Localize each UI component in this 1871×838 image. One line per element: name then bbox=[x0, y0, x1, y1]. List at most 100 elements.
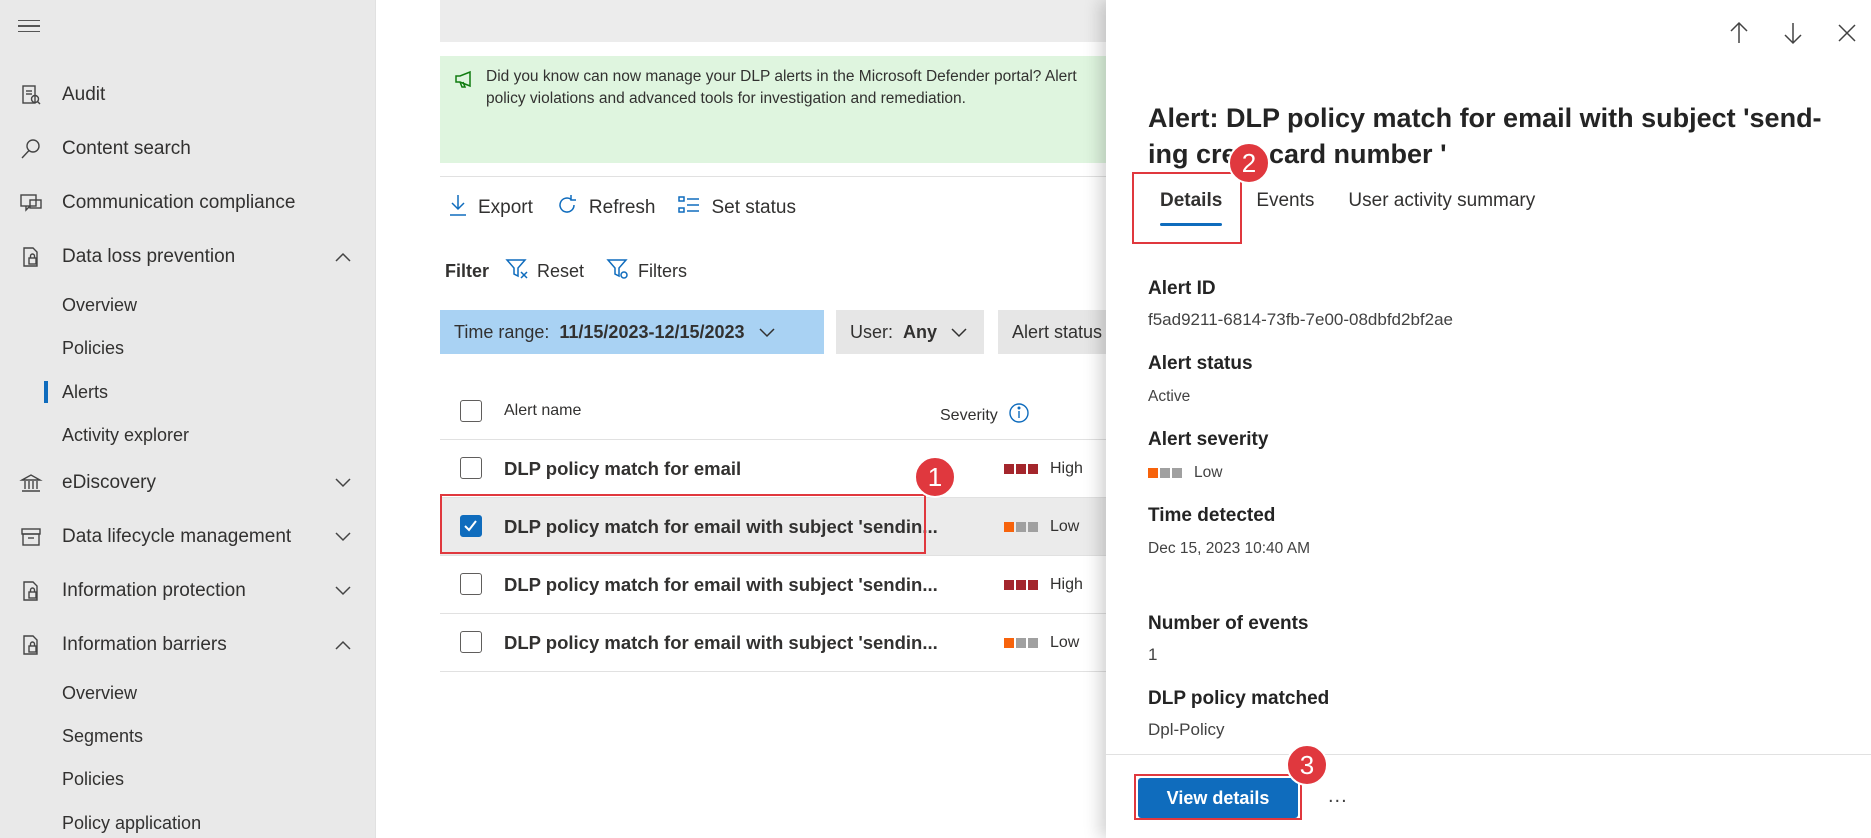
time-range-value: 11/15/2023-12/15/2023 bbox=[559, 321, 745, 342]
severity-indicator: High bbox=[1004, 460, 1083, 478]
annotation-badge-3: 3 bbox=[1286, 744, 1328, 786]
nav-item-information-barriers[interactable]: Information barriers bbox=[0, 625, 376, 665]
row-checkbox[interactable] bbox=[460, 631, 482, 653]
nav-item-data-lifecycle-management[interactable]: Data lifecycle management bbox=[0, 517, 376, 557]
filters-button[interactable]: Filters bbox=[606, 258, 687, 285]
alert-status-value: Active bbox=[1148, 388, 1191, 405]
banner-text: Did you know can now manage your DLP ale… bbox=[486, 66, 1126, 110]
alert-status-filter[interactable]: Alert status bbox=[998, 310, 1106, 354]
sub-item-policy-application[interactable]: Policy application bbox=[62, 808, 201, 838]
table-row[interactable]: DLP policy match for email with subject … bbox=[440, 614, 1106, 672]
severity-label: High bbox=[1050, 576, 1083, 593]
export-button[interactable]: Export bbox=[448, 193, 533, 223]
annotation-highlight-row bbox=[440, 494, 926, 554]
title-line-2-end: t card number ' bbox=[1252, 139, 1447, 169]
column-alert-name[interactable]: Alert name bbox=[504, 402, 581, 420]
table-row[interactable]: DLP policy match for email High bbox=[440, 440, 1106, 498]
nav-label: Data lifecycle management bbox=[62, 526, 292, 547]
dlp-policy-matched-value: Dpl-Policy bbox=[1148, 720, 1225, 739]
sub-item-alerts[interactable]: Alerts bbox=[62, 377, 108, 407]
search-icon bbox=[18, 136, 44, 162]
lock-doc-icon bbox=[18, 632, 44, 658]
severity-bar bbox=[1172, 468, 1182, 478]
alert-name[interactable]: DLP policy match for email bbox=[504, 458, 741, 480]
alert-id-label: Alert ID bbox=[1148, 278, 1216, 299]
megaphone-icon bbox=[454, 70, 476, 93]
tab-user-activity-summary[interactable]: User activity summary bbox=[1348, 186, 1535, 226]
select-all-checkbox[interactable] bbox=[460, 400, 482, 422]
arrow-down-icon[interactable] bbox=[1780, 20, 1806, 46]
user-filter[interactable]: User: Any bbox=[836, 310, 984, 354]
set-status-button[interactable]: Set status bbox=[677, 194, 796, 222]
alert-severity-value: Low bbox=[1194, 464, 1223, 481]
chevron-down-icon[interactable] bbox=[334, 474, 352, 492]
number-of-events-value: 1 bbox=[1148, 645, 1158, 664]
nav-label: Data loss prevention bbox=[62, 246, 236, 267]
nav-item-information-protection[interactable]: Information protection bbox=[0, 571, 376, 611]
annotation-highlight-button bbox=[1134, 774, 1302, 820]
column-severity[interactable]: Severity bbox=[940, 402, 1030, 429]
chevron-up-icon[interactable] bbox=[334, 248, 352, 266]
severity-bar bbox=[1148, 468, 1158, 478]
nav-label: eDiscovery bbox=[62, 472, 156, 493]
set-status-label: Set status bbox=[711, 197, 796, 218]
nav-label: Audit bbox=[62, 84, 106, 105]
banner-line-2: policy violations and advanced tools for… bbox=[486, 90, 966, 107]
download-icon bbox=[448, 193, 468, 223]
time-range-filter[interactable]: Time range: 11/15/2023-12/15/2023 bbox=[440, 310, 824, 354]
header-strip bbox=[440, 0, 1106, 42]
sub-item-overview[interactable]: Overview bbox=[62, 678, 137, 708]
divider bbox=[440, 176, 1106, 177]
severity-label: Low bbox=[1050, 518, 1080, 535]
nav-item-communication-compliance[interactable]: Communication compliance bbox=[0, 183, 376, 223]
severity-bar bbox=[1028, 522, 1038, 532]
user-filter-value: Any bbox=[903, 321, 938, 342]
title-line-2-start: ing cre bbox=[1148, 139, 1237, 169]
arrow-up-icon[interactable] bbox=[1726, 20, 1752, 46]
sub-item-policies[interactable]: Policies bbox=[62, 333, 124, 363]
alert-name[interactable]: DLP policy match for email with subject … bbox=[504, 632, 938, 654]
chevron-down-icon[interactable] bbox=[334, 528, 352, 546]
nav-item-data-loss-prevention[interactable]: Data loss prevention bbox=[0, 237, 376, 277]
filter-bar: Filter Reset Filters bbox=[445, 258, 709, 285]
main-content: Did you know can now manage your DLP ale… bbox=[376, 0, 1106, 838]
sub-item-segments[interactable]: Segments bbox=[62, 721, 143, 751]
more-options-icon[interactable]: ... bbox=[1328, 785, 1348, 808]
severity-bar bbox=[1004, 580, 1014, 590]
alert-name[interactable]: DLP policy match for email with subject … bbox=[504, 574, 938, 596]
severity-bar bbox=[1028, 580, 1038, 590]
nav-label: Communication compliance bbox=[62, 192, 296, 213]
active-indicator bbox=[44, 381, 48, 403]
severity-bar bbox=[1004, 522, 1014, 532]
info-icon[interactable] bbox=[1008, 402, 1030, 429]
filter-label: Filter bbox=[445, 261, 490, 281]
nav-item-ediscovery[interactable]: eDiscovery bbox=[0, 463, 376, 503]
time-detected-label: Time detected bbox=[1148, 505, 1276, 526]
annotation-badge-1: 1 bbox=[914, 456, 956, 498]
refresh-button[interactable]: Refresh bbox=[555, 193, 655, 223]
chevron-up-icon[interactable] bbox=[334, 636, 352, 654]
hamburger-menu-icon[interactable] bbox=[18, 14, 42, 38]
severity-bar bbox=[1004, 464, 1014, 474]
severity-header-label: Severity bbox=[940, 406, 998, 424]
row-checkbox[interactable] bbox=[460, 457, 482, 479]
severity-bar bbox=[1004, 638, 1014, 648]
nav-item-content-search[interactable]: Content search bbox=[0, 129, 376, 169]
banner-line-1: Did you know can now manage your DLP ale… bbox=[486, 68, 1077, 85]
sub-item-policies[interactable]: Policies bbox=[62, 764, 124, 794]
severity-label: High bbox=[1050, 460, 1083, 477]
sub-item-activity-explorer[interactable]: Activity explorer bbox=[62, 420, 189, 450]
nav-label: Information barriers bbox=[62, 634, 227, 655]
table-row[interactable]: DLP policy match for email with subject … bbox=[440, 556, 1106, 614]
severity-indicator: High bbox=[1004, 576, 1083, 594]
nav-label: Content search bbox=[62, 138, 191, 159]
filter-settings-icon bbox=[606, 258, 630, 285]
sub-item-overview[interactable]: Overview bbox=[62, 290, 137, 320]
reset-filter-button[interactable]: Reset bbox=[505, 258, 584, 285]
row-checkbox[interactable] bbox=[460, 573, 482, 595]
close-icon[interactable] bbox=[1834, 20, 1860, 46]
chevron-down-icon[interactable] bbox=[334, 582, 352, 600]
nav-item-audit[interactable]: Audit bbox=[0, 75, 376, 115]
bank-icon bbox=[18, 470, 44, 496]
tab-events[interactable]: Events bbox=[1256, 186, 1314, 226]
